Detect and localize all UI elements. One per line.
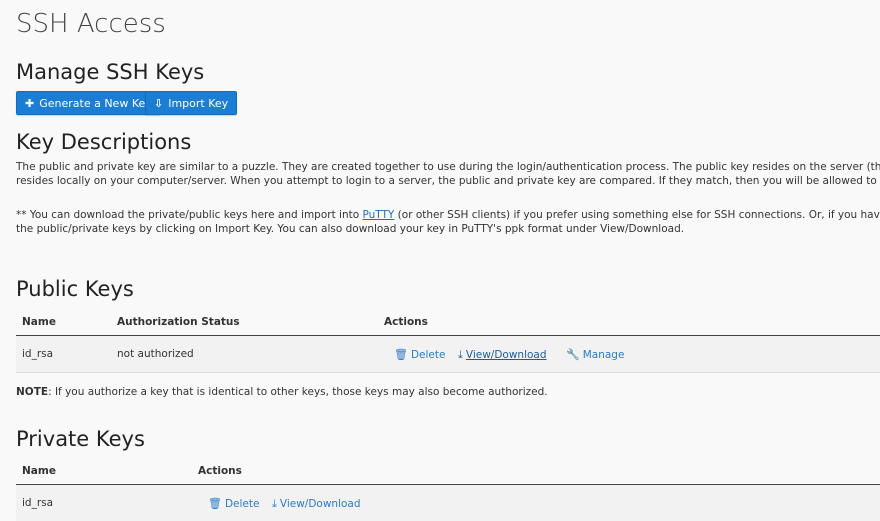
description-line-2: resides locally on your computer/server.… (16, 175, 880, 187)
trash-icon: 🗑 (394, 348, 408, 361)
download-icon: ⤓ (458, 348, 463, 361)
public-view-download-label: View/Download (465, 349, 547, 361)
public-keys-header: Name Authorization Status Actions (16, 309, 880, 336)
private-keys-table: Name Actions id_rsa 🗑 Delete ⤓ View/Down… (16, 458, 880, 521)
putty-link[interactable]: PuTTY (362, 209, 394, 221)
import-key-button[interactable]: ⇩ Import Key (145, 91, 238, 115)
public-key-status: not authorized (117, 348, 194, 360)
putty-text-post: (or other SSH clients) if you prefer usi… (397, 209, 880, 221)
note-label: NOTE (16, 386, 49, 398)
public-keys-table: Name Authorization Status Actions id_rsa… (16, 309, 880, 373)
col-actions: Actions (198, 465, 242, 477)
public-manage-label: Manage (582, 348, 625, 361)
manage-ssh-keys-heading: Manage SSH Keys (16, 60, 205, 84)
private-view-download-link[interactable]: ⤓ View/Download (272, 497, 361, 511)
page-title: SSH Access (16, 9, 166, 39)
col-name: Name (22, 316, 56, 328)
col-status: Authorization Status (117, 316, 240, 328)
import-key-label: Import Key (168, 96, 229, 110)
private-view-download-label: View/Download (279, 498, 361, 510)
public-delete-link[interactable]: 🗑 Delete (394, 348, 445, 361)
description-paragraph: The public and private key are similar t… (16, 160, 880, 188)
download-icon: ⤓ (272, 497, 277, 510)
ssh-access-page: SSH Access Manage SSH Keys ✚ Generate a … (0, 0, 880, 521)
public-view-download-link[interactable]: ⤓ View/Download (458, 348, 547, 362)
putty-paragraph: ** You can download the private/public k… (16, 208, 880, 236)
import-icon: ⇩ (154, 96, 164, 110)
note-text: NOTE: If you authorize a key that is ide… (16, 386, 548, 398)
private-delete-link[interactable]: 🗑 Delete (208, 497, 259, 510)
private-keys-header: Name Actions (16, 458, 880, 485)
col-name: Name (22, 465, 56, 477)
private-keys-heading: Private Keys (16, 427, 145, 451)
public-manage-link[interactable]: 🔧 Manage (566, 348, 624, 361)
wrench-icon: 🔧 (566, 348, 580, 361)
private-delete-label: Delete (224, 497, 260, 510)
trash-icon: 🗑 (208, 497, 222, 510)
note-body: : If you authorize a key that is identic… (48, 386, 548, 398)
private-key-name: id_rsa (22, 497, 54, 509)
putty-line-2: the public/private keys by clicking on I… (16, 223, 685, 235)
generate-key-button[interactable]: ✚ Generate a New Key (16, 91, 161, 115)
public-key-name: id_rsa (22, 348, 54, 360)
putty-text-pre: ** You can download the private/public k… (16, 209, 363, 221)
col-actions: Actions (384, 316, 428, 328)
table-row: id_rsa 🗑 Delete ⤓ View/Download (16, 485, 880, 521)
public-keys-heading: Public Keys (16, 277, 134, 301)
public-delete-label: Delete (410, 348, 446, 361)
plus-icon: ✚ (25, 96, 35, 110)
key-descriptions-heading: Key Descriptions (16, 130, 192, 154)
description-line-1: The public and private key are similar t… (16, 161, 880, 173)
putty-line-1: ** You can download the private/public k… (16, 208, 880, 222)
table-row: id_rsa not authorized 🗑 Delete ⤓ View/Do… (16, 336, 880, 373)
generate-key-label: Generate a New Key (39, 96, 152, 110)
